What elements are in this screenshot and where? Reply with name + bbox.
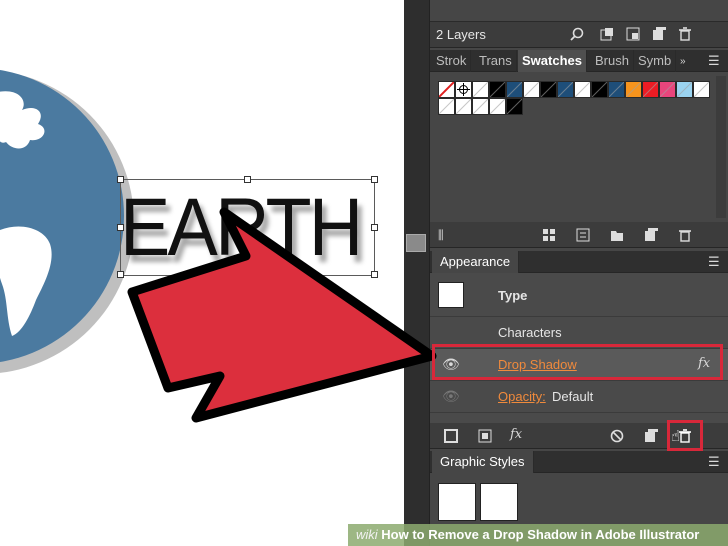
clear-appearance-icon[interactable] (610, 429, 624, 443)
appearance-tab-bar: Appearance ☰ (430, 251, 728, 273)
delete-swatch-icon[interactable] (678, 228, 692, 242)
add-fill-icon[interactable] (478, 429, 492, 443)
swatch-row (438, 98, 523, 115)
appearance-footer: fx (430, 423, 728, 449)
new-swatch-icon[interactable] (644, 228, 658, 242)
tab-transparency[interactable]: Trans (475, 50, 517, 72)
graphic-styles-tab-bar: Graphic Styles ☰ (430, 451, 728, 473)
swatch[interactable] (455, 81, 472, 98)
new-color-group-icon[interactable] (610, 228, 624, 242)
graphic-style-item[interactable] (480, 483, 518, 521)
swatch[interactable] (659, 81, 676, 98)
appearance-row-type[interactable]: Type (430, 273, 728, 317)
swatch[interactable] (472, 98, 489, 115)
swatches-grid-area (430, 72, 728, 222)
graphic-style-default[interactable] (438, 483, 476, 521)
visibility-eye-icon[interactable]: 👁 (442, 389, 460, 403)
tab-brushes[interactable]: Brush (591, 50, 634, 72)
trash-icon[interactable] (678, 27, 692, 41)
selection-handle[interactable] (244, 176, 251, 183)
tab-graphic-styles[interactable]: Graphic Styles (432, 451, 534, 473)
search-icon[interactable] (570, 27, 584, 41)
opacity-link[interactable]: Opacity: (498, 389, 546, 404)
swatch[interactable] (574, 81, 591, 98)
wikihow-watermark: wiki How to Remove a Drop Shadow in Adob… (348, 524, 728, 546)
appearance-body: Type Characters 👁 Drop Shadow fx 👁 Opaci… (430, 273, 728, 423)
panel-menu-icon[interactable]: ☰ (708, 54, 720, 68)
swatch[interactable] (506, 98, 523, 115)
swatch[interactable] (676, 81, 693, 98)
swatch[interactable] (540, 81, 557, 98)
swatch-row (438, 81, 710, 98)
swatch[interactable] (489, 81, 506, 98)
swatches-tab-bar: Strok Trans Swatches Brush Symb » ☰ (430, 50, 728, 72)
swatch[interactable] (438, 81, 455, 98)
swatch-options-icon[interactable] (576, 228, 590, 242)
tab-symbols[interactable]: Symb (634, 50, 677, 72)
splitter-grip-handle[interactable] (406, 234, 426, 252)
duplicate-item-icon[interactable] (644, 429, 658, 443)
appearance-row-characters[interactable]: Characters (430, 317, 728, 349)
sublayer-icon[interactable] (626, 27, 640, 41)
panel-menu-icon[interactable]: ☰ (708, 455, 720, 469)
selection-handle[interactable] (244, 271, 251, 278)
swatch[interactable] (625, 81, 642, 98)
type-thumbnail (438, 282, 464, 308)
selection-handle[interactable] (371, 271, 378, 278)
add-stroke-icon[interactable] (444, 429, 458, 443)
swatches-footer: ⫼ (430, 222, 728, 248)
swatch[interactable] (642, 81, 659, 98)
new-layer-icon[interactable] (652, 27, 666, 41)
swatch[interactable] (557, 81, 574, 98)
tab-overflow-icon[interactable]: » (680, 55, 686, 69)
panel-stack: 2 Layers Strok Trans Swatches Brush Symb… (430, 0, 728, 546)
dock-splitter[interactable] (404, 0, 430, 546)
appearance-row-opacity[interactable]: 👁 Opacity: Default (430, 381, 728, 413)
layers-count: 2 Layers (436, 27, 486, 42)
swatch[interactable] (693, 81, 710, 98)
layers-footer: 2 Layers (430, 22, 728, 48)
tab-stroke[interactable]: Strok (432, 50, 472, 72)
selection-handle[interactable] (371, 176, 378, 183)
swatch[interactable] (455, 98, 472, 115)
layers-top-area (430, 0, 728, 22)
swatch[interactable] (472, 81, 489, 98)
swatch[interactable] (489, 98, 506, 115)
characters-label: Characters (498, 325, 562, 340)
watermark-title: How to Remove a Drop Shadow in Adobe Ill… (381, 527, 700, 542)
fx-icon: fx (698, 356, 711, 371)
show-kinds-icon[interactable] (542, 228, 556, 242)
panel-dock: 2 Layers Strok Trans Swatches Brush Symb… (404, 0, 728, 546)
swatch[interactable] (591, 81, 608, 98)
opacity-value: Default (552, 389, 594, 404)
add-effect-icon[interactable]: fx (510, 428, 522, 442)
locate-icon[interactable] (600, 27, 614, 41)
selection-handle[interactable] (117, 224, 124, 231)
selection-handle[interactable] (117, 176, 124, 183)
swatch[interactable] (506, 81, 523, 98)
artboard-canvas[interactable]: EARTH (0, 0, 404, 546)
type-label: Type (498, 288, 528, 303)
watermark-wiki: wiki (356, 527, 378, 542)
drop-shadow-link[interactable]: Drop Shadow (498, 357, 577, 372)
visibility-eye-icon[interactable]: 👁 (442, 357, 460, 371)
swatches-scrollbar[interactable] (716, 76, 726, 218)
swatch[interactable] (523, 81, 540, 98)
tab-appearance[interactable]: Appearance (432, 251, 520, 273)
swatch[interactable] (608, 81, 625, 98)
selection-handle[interactable] (117, 271, 124, 278)
selection-handle[interactable] (371, 224, 378, 231)
swatch-library-icon[interactable]: ⫼ (438, 228, 444, 242)
selection-bounding-box[interactable] (117, 176, 378, 278)
appearance-row-drop-shadow[interactable]: 👁 Drop Shadow fx (430, 349, 728, 381)
tab-swatches[interactable]: Swatches (518, 50, 587, 72)
swatch[interactable] (438, 98, 455, 115)
hand-cursor-icon: ☝ (671, 428, 681, 445)
panel-menu-icon[interactable]: ☰ (708, 255, 720, 269)
